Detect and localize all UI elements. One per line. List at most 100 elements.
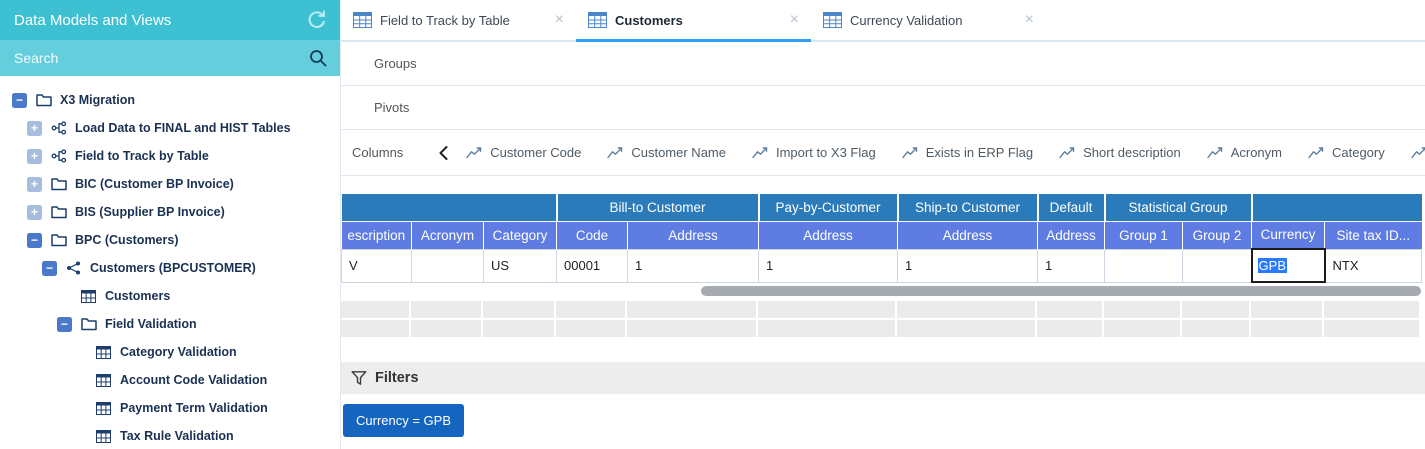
tree-item-customers[interactable]: Customers (0, 282, 340, 310)
folder-icon (51, 205, 68, 219)
grid-icon (96, 346, 113, 359)
table-cell[interactable] (1183, 249, 1252, 282)
tree-item-field-validation[interactable]: −Field Validation (0, 310, 340, 338)
close-icon[interactable]: × (786, 11, 803, 29)
tree-item-bis-supplier-bp-invoice[interactable]: +BIS (Supplier BP Invoice) (0, 198, 340, 226)
group-header-bill-to-customer: Bill-to Customer (557, 194, 759, 221)
chart-icon (902, 146, 919, 159)
column-header-escription: escription (342, 221, 412, 249)
selected-cell[interactable]: GPB (1252, 249, 1325, 282)
empty-cell (1037, 301, 1102, 318)
table-cell[interactable]: 1 (1038, 249, 1105, 282)
refresh-icon[interactable] (306, 10, 328, 30)
sidebar-header: Data Models and Views (0, 0, 340, 40)
pivot-table: Bill-to CustomerPay-by-CustomerShip-to C… (341, 194, 1422, 283)
collapse-toggle-icon[interactable]: − (57, 317, 72, 332)
table-group-header-row: Bill-to CustomerPay-by-CustomerShip-to C… (342, 194, 1422, 221)
expand-toggle-icon[interactable]: + (27, 149, 42, 164)
column-header-address: Address (628, 221, 759, 249)
tree-item-label: X3 Migration (60, 93, 135, 107)
filter-funnel-icon (351, 370, 367, 386)
folder-icon (51, 177, 68, 191)
column-header-address: Address (1038, 221, 1105, 249)
expand-toggle-icon[interactable]: + (27, 121, 42, 136)
tree-item-tax-rule-validation[interactable]: Tax Rule Validation (0, 422, 340, 449)
tab-field-to-track-by-table[interactable]: Field to Track by Table × (341, 0, 576, 40)
table-cell[interactable]: NTX (1325, 249, 1422, 282)
column-chip-import-to-x3-flag[interactable]: Import to X3 Flag (752, 145, 876, 160)
column-header-group-1: Group 1 (1105, 221, 1183, 249)
tree-item-x3-migration[interactable]: − X3 Migration (0, 86, 340, 114)
group-header-ship-to-customer: Ship-to Customer (898, 194, 1038, 221)
column-chip-customer-code[interactable]: Customer Code (466, 145, 581, 160)
tree-item-category-validation[interactable]: Category Validation (0, 338, 340, 366)
table-cell[interactable]: 1 (628, 249, 759, 282)
expand-toggle-icon[interactable]: + (27, 205, 42, 220)
table-cell[interactable]: V (342, 249, 412, 282)
table-row: VUS000011111GPBNTX (342, 249, 1422, 282)
table-cell[interactable] (1105, 249, 1183, 282)
column-chip-category[interactable]: Category (1308, 145, 1385, 160)
tree-item-label: Account Code Validation (120, 373, 267, 387)
table-cell[interactable]: 1 (898, 249, 1038, 282)
empty-cell (411, 320, 481, 337)
column-chip-label: Acronym (1231, 145, 1282, 160)
tree-item-bic-customer-bp-invoice[interactable]: + BIC (Customer BP Invoice) (0, 170, 340, 198)
empty-cell (483, 301, 554, 318)
expand-toggle-icon[interactable]: + (27, 177, 42, 192)
groups-drop-zone[interactable]: Groups (341, 42, 1425, 86)
column-chip-short-description[interactable]: Short description (1059, 145, 1181, 160)
search-input[interactable] (14, 50, 308, 66)
column-header-code: Code (557, 221, 628, 249)
filter-chip-currency-gpb[interactable]: Currency = GPB (343, 404, 464, 437)
group-header-empty (1252, 194, 1422, 221)
filter-chip-list: Currency = GPB (341, 404, 1425, 437)
tab-customers[interactable]: Customers × (576, 0, 811, 40)
collapse-toggle-icon[interactable]: − (12, 93, 27, 108)
tree-item-label: BIC (Customer BP Invoice) (75, 177, 234, 191)
empty-cell (341, 320, 409, 337)
close-icon[interactable]: × (551, 11, 568, 29)
tree-item-account-code-validation[interactable]: Account Code Validation (0, 366, 340, 394)
empty-cell (1104, 320, 1180, 337)
horizontal-scrollbar[interactable] (701, 286, 1421, 296)
tree-item-load-data-to-final-and-hist-tables[interactable]: +Load Data to FINAL and HIST Tables (0, 114, 340, 142)
empty-cell (1182, 301, 1249, 318)
empty-cell (627, 301, 756, 318)
chart-icon (1308, 146, 1325, 159)
chevron-left-icon[interactable] (439, 146, 448, 160)
collapse-toggle-icon[interactable]: − (42, 261, 57, 276)
table-cell[interactable]: US (484, 249, 557, 282)
column-chip-bill-to-customer[interactable]: Bill-to Customer (1411, 145, 1425, 160)
grid-icon (81, 290, 98, 303)
tab-label: Field to Track by Table (380, 13, 543, 28)
flow-icon (51, 121, 68, 135)
close-icon[interactable]: × (1021, 11, 1038, 29)
table-cell[interactable]: 1 (759, 249, 898, 282)
tree-item-payment-term-validation[interactable]: Payment Term Validation (0, 394, 340, 422)
grid-icon (96, 374, 113, 387)
tab-label: Customers (615, 13, 778, 28)
tree-item-bpc-customers[interactable]: −BPC (Customers) (0, 226, 340, 254)
column-chip-customer-name[interactable]: Customer Name (607, 145, 726, 160)
column-chip-exists-in-erp-flag[interactable]: Exists in ERP Flag (902, 145, 1033, 160)
sidebar: Data Models and Views − X3 Migration +Load… (0, 0, 341, 449)
tree-item-label: Customers (BPCUSTOMER) (90, 261, 256, 275)
tree-item-customers-bpcustomer[interactable]: − Customers (BPCUSTOMER) (0, 254, 340, 282)
group-header-statistical-group: Statistical Group (1105, 194, 1252, 221)
table-cell[interactable]: 00001 (557, 249, 628, 282)
chart-icon (1411, 146, 1425, 159)
empty-cell (1037, 320, 1102, 337)
tree-item-field-to-track-by-table[interactable]: +Field to Track by Table (0, 142, 340, 170)
tab-currency-validation[interactable]: Currency Validation× (811, 0, 1046, 40)
collapse-toggle-icon[interactable]: − (27, 233, 42, 248)
search-icon[interactable] (308, 48, 328, 68)
selected-cell-text: GPB (1258, 258, 1287, 273)
chart-icon (1207, 146, 1224, 159)
tree-item-label: Tax Rule Validation (120, 429, 234, 443)
table-cell[interactable] (412, 249, 484, 282)
filters-header[interactable]: Filters (341, 362, 1425, 394)
column-chip-acronym[interactable]: Acronym (1207, 145, 1282, 160)
pivots-drop-zone[interactable]: Pivots (341, 86, 1425, 130)
empty-cell (1251, 301, 1322, 318)
